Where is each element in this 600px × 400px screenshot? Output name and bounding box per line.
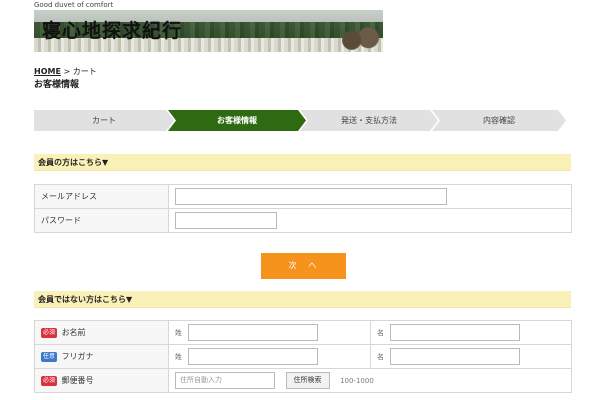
member-section-heading: 会員の方はこちら▼ <box>34 154 571 171</box>
password-label: パスワード <box>34 208 169 233</box>
first-kana-input[interactable] <box>389 348 520 365</box>
postal-row: 必須 郵便番号 住所自動入力 住所検索 100-1000 <box>34 368 572 393</box>
postal-format-hint: 100-1000 <box>340 376 374 385</box>
password-row: パスワード <box>34 208 572 233</box>
step-confirm: 内容確認 <box>432 110 566 131</box>
last-kana-sub-label: 姓 <box>175 352 182 361</box>
banner-bales <box>339 26 381 52</box>
guest-section-heading: 会員ではない方はこちら▼ <box>34 291 571 308</box>
last-kana-input[interactable] <box>187 348 318 365</box>
postal-label: 郵便番号 <box>61 376 94 385</box>
guest-info-form: 必須 お名前 姓 名 任意 フリガナ 姓 名 必須 郵便番号 住所自動入力 住所… <box>34 320 572 393</box>
kana-label: フリガナ <box>61 352 94 361</box>
breadcrumb-home-link[interactable]: HOME <box>34 67 61 76</box>
email-label: メールアドレス <box>34 184 169 209</box>
last-name-input[interactable] <box>187 324 318 341</box>
breadcrumb-separator: > <box>63 67 71 76</box>
optional-badge: 任意 <box>41 351 58 362</box>
breadcrumb-current: カート <box>72 67 97 76</box>
step-shipping-payment: 発送・支払方法 <box>300 110 438 131</box>
kana-row: 任意 フリガナ 姓 名 <box>34 344 572 369</box>
breadcrumb: HOME > カート <box>34 66 97 77</box>
required-badge: 必須 <box>41 375 58 386</box>
step-customer-info: お客様情報 <box>168 110 306 131</box>
site-tagline: Good duvet of comfort <box>34 1 114 9</box>
address-search-button[interactable]: 住所検索 <box>285 372 330 389</box>
site-banner[interactable]: 寝心地探求紀行 <box>34 10 383 52</box>
last-name-sub-label: 姓 <box>175 328 182 337</box>
required-badge: 必須 <box>41 327 58 338</box>
password-input[interactable] <box>175 212 277 229</box>
step-cart: カート <box>34 110 174 131</box>
checkout-steps: カート お客様情報 発送・支払方法 内容確認 <box>34 110 566 131</box>
name-row: 必須 お名前 姓 名 <box>34 320 572 345</box>
member-login-form: メールアドレス パスワード <box>34 184 572 233</box>
postal-code-input[interactable]: 住所自動入力 <box>175 372 275 389</box>
name-label: お名前 <box>61 328 86 337</box>
page-title: お客様情報 <box>34 80 80 90</box>
first-name-input[interactable] <box>389 324 520 341</box>
first-name-sub-label: 名 <box>377 328 384 337</box>
site-title: 寝心地探求紀行 <box>42 20 183 42</box>
next-button[interactable]: 次 へ <box>261 253 346 279</box>
email-input[interactable] <box>175 188 447 205</box>
email-row: メールアドレス <box>34 184 572 209</box>
first-kana-sub-label: 名 <box>377 352 384 361</box>
